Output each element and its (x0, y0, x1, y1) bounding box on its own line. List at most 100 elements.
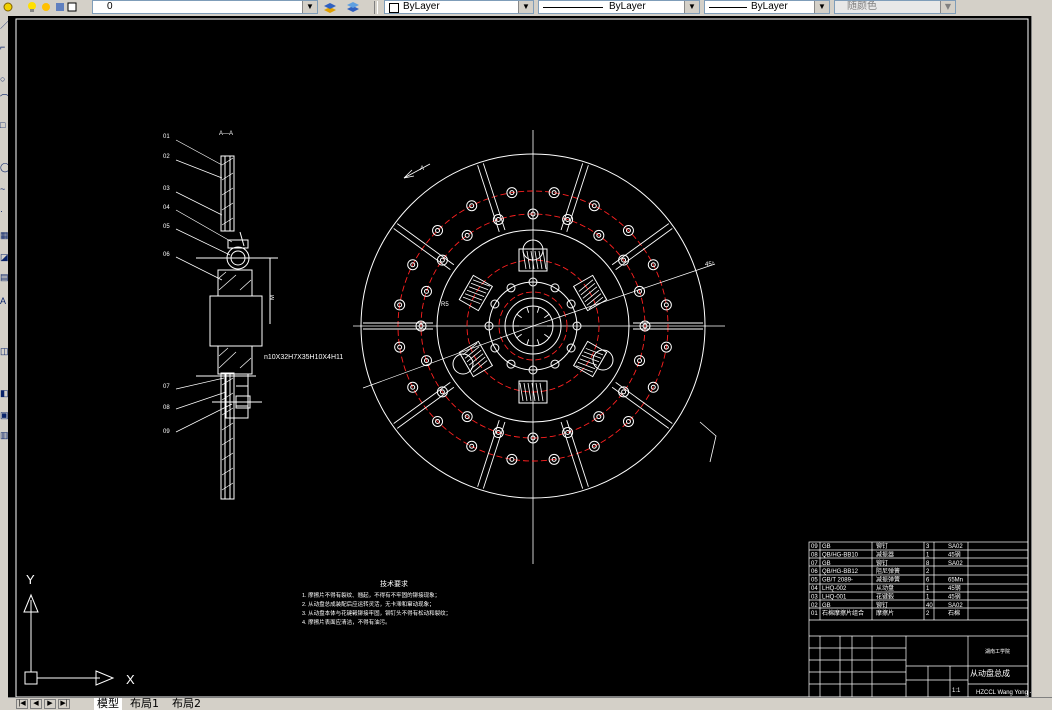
point-tool-icon[interactable]: · (0, 206, 8, 216)
tab-layout2[interactable]: 布局2 (172, 698, 201, 710)
outer-rivet-inner (625, 418, 631, 424)
layer-lock-icon[interactable] (54, 1, 66, 13)
lightbulb-icon[interactable] (26, 1, 38, 13)
chevron-down-icon[interactable]: ▼ (684, 1, 699, 13)
section-view (196, 155, 278, 500)
drawing-name: 从动盘总成 (970, 668, 1010, 678)
layer-previous-icon[interactable] (346, 1, 359, 13)
title-block-text: 湖南工学院 从动盘总成 HZCCL Wang Yong - B 1:1 (952, 648, 1037, 696)
tech-line: 4. 摩擦片表面应清洁，不得有油污。 (302, 618, 391, 626)
chevron-down-icon[interactable]: ▼ (814, 1, 829, 13)
spline-tool-icon[interactable]: ~ (0, 184, 8, 194)
region-tool-icon[interactable]: ◪ (0, 252, 9, 262)
layout-tabs-bar: |◀ ◀ ▶ ▶| 模型 布局1 布局2 (8, 697, 1052, 710)
segment-slot-line (611, 386, 670, 429)
circle-tool-icon[interactable]: ○ (0, 74, 8, 84)
rectangle-tool-icon[interactable]: □ (0, 120, 8, 130)
callout-06: 06 (163, 252, 170, 258)
tab-layout1[interactable]: 布局1 (130, 698, 159, 710)
hatch-tool-icon[interactable]: ▦ (0, 230, 9, 240)
gradient-tool-icon[interactable]: ▥ (0, 430, 9, 440)
bom-cell: 摩擦片 (876, 609, 894, 617)
spline-tooth (526, 339, 530, 346)
dim-vertical: M (270, 295, 276, 300)
table-tool-icon[interactable]: ▤ (0, 272, 9, 282)
first-tab-icon[interactable]: |◀ (16, 699, 28, 709)
sun-icon[interactable] (40, 1, 52, 13)
segment-slot-line (477, 420, 500, 487)
technical-requirements: 技术要求 1. 摩擦片不得有裂纹、翘起，不得有不牢固的铆接现象； 2. 从动盘总… (302, 579, 451, 626)
bom-cell: GB (822, 603, 831, 609)
inner-rivet-inner (439, 257, 445, 263)
bom-cell: 铆钉 (876, 542, 888, 550)
inner-rivet (634, 355, 646, 367)
lineweight-sample-icon (709, 7, 747, 8)
block-tool-icon[interactable]: ◫ (0, 346, 9, 356)
bom-cell: 铆钉 (876, 559, 888, 567)
linetype-sample-icon (543, 7, 603, 8)
ellipse-tool-icon[interactable]: ◯ (0, 162, 10, 172)
damper-spring (572, 340, 608, 378)
segment-slot-line (477, 165, 500, 232)
outer-rivet (660, 299, 672, 311)
inner-rivet (461, 229, 473, 241)
spline-tooth (536, 306, 540, 313)
bom-cell: SA02 (948, 544, 963, 550)
text-tool-icon[interactable]: A (0, 296, 8, 306)
arc-tool-icon[interactable]: ⌒ (0, 94, 9, 104)
callout-01: 01 (163, 134, 170, 140)
bom-cell: 铆钉 (876, 601, 888, 609)
ucs-y-label: Y (26, 572, 35, 587)
callout-08: 08 (163, 405, 170, 411)
bom-cell: 65Mn (948, 578, 963, 584)
dim-radius: R5 (441, 302, 449, 308)
make-current-layer-icon[interactable] (323, 1, 336, 13)
mtext-tool-icon[interactable]: ▣ (0, 410, 9, 420)
tech-line: 1. 摩擦片不得有裂纹、翘起，不得有不牢固的铆接现象； (302, 591, 440, 599)
segment-slot-line (615, 228, 673, 271)
tab-model[interactable]: 模型 (94, 698, 122, 710)
model-space-drawing[interactable]: 01 02 03 04 05 06 07 08 09 A—A n10X32H7X… (8, 16, 1052, 697)
vertical-scrollbar[interactable] (1031, 16, 1052, 697)
spline-tooth (544, 313, 550, 319)
outer-rivet (432, 225, 444, 237)
layer-color-icon[interactable] (66, 1, 78, 13)
lineweight-dropdown[interactable]: ByLayer ▼ (704, 0, 830, 14)
bom-cell: 45钢 (948, 550, 961, 558)
tech-line: 2. 从动盘总成装配后应运转灵活，无卡滞和窜动现象； (302, 600, 435, 608)
inner-rivet (593, 411, 605, 423)
layer-dropdown[interactable]: 0 ▼ (92, 0, 318, 14)
scale-value: 1:1 (952, 688, 961, 694)
layer-state-icon[interactable] (2, 1, 14, 13)
next-tab-icon[interactable]: ▶ (44, 699, 56, 709)
tech-line: 3. 从动盘本体与花键毂铆接牢固，铆钉头不得有松动和裂纹； (302, 609, 451, 617)
chevron-down-icon[interactable]: ▼ (302, 1, 317, 13)
inner-rivet-inner (621, 389, 627, 395)
spring-coil (539, 382, 544, 402)
line-tool-icon[interactable]: ／ (0, 20, 9, 30)
plotstyle-dropdown: 随颜色 ▼ (834, 0, 956, 14)
color-dropdown[interactable]: ByLayer ▼ (384, 0, 534, 14)
bom-cell: 07 (811, 561, 818, 567)
lineweight-value: ByLayer (751, 1, 788, 12)
bom-cell: 2 (926, 569, 930, 575)
insert-tool-icon[interactable]: ◧ (0, 388, 9, 398)
bom-cell: 45钢 (948, 584, 961, 592)
toolbar-separator (374, 1, 378, 14)
bom-cell: 04 (811, 586, 818, 592)
bill-of-materials: 09 GB 铆钉 3 SA0208 QB/HG-BB10 减振器 1 45钢07 GB 铆钉 8 SA0… (811, 542, 963, 617)
bom-cell: GB (822, 544, 831, 550)
outer-rivet (622, 415, 634, 427)
callout-07: 07 (163, 384, 170, 390)
prev-tab-icon[interactable]: ◀ (30, 699, 42, 709)
spline-tooth (536, 339, 540, 346)
bom-cell: 1 (926, 594, 930, 600)
bom-cell: 2 (926, 611, 930, 617)
polyline-tool-icon[interactable]: ⌐ (0, 42, 8, 52)
spring-coil (519, 382, 524, 402)
drawing-canvas[interactable]: 01 02 03 04 05 06 07 08 09 A—A n10X32H7X… (8, 16, 1052, 697)
chevron-down-icon[interactable]: ▼ (518, 1, 533, 13)
last-tab-icon[interactable]: ▶| (58, 699, 70, 709)
linetype-dropdown[interactable]: ByLayer ▼ (538, 0, 700, 14)
bom-cell: GB/T 2089- (822, 578, 853, 584)
